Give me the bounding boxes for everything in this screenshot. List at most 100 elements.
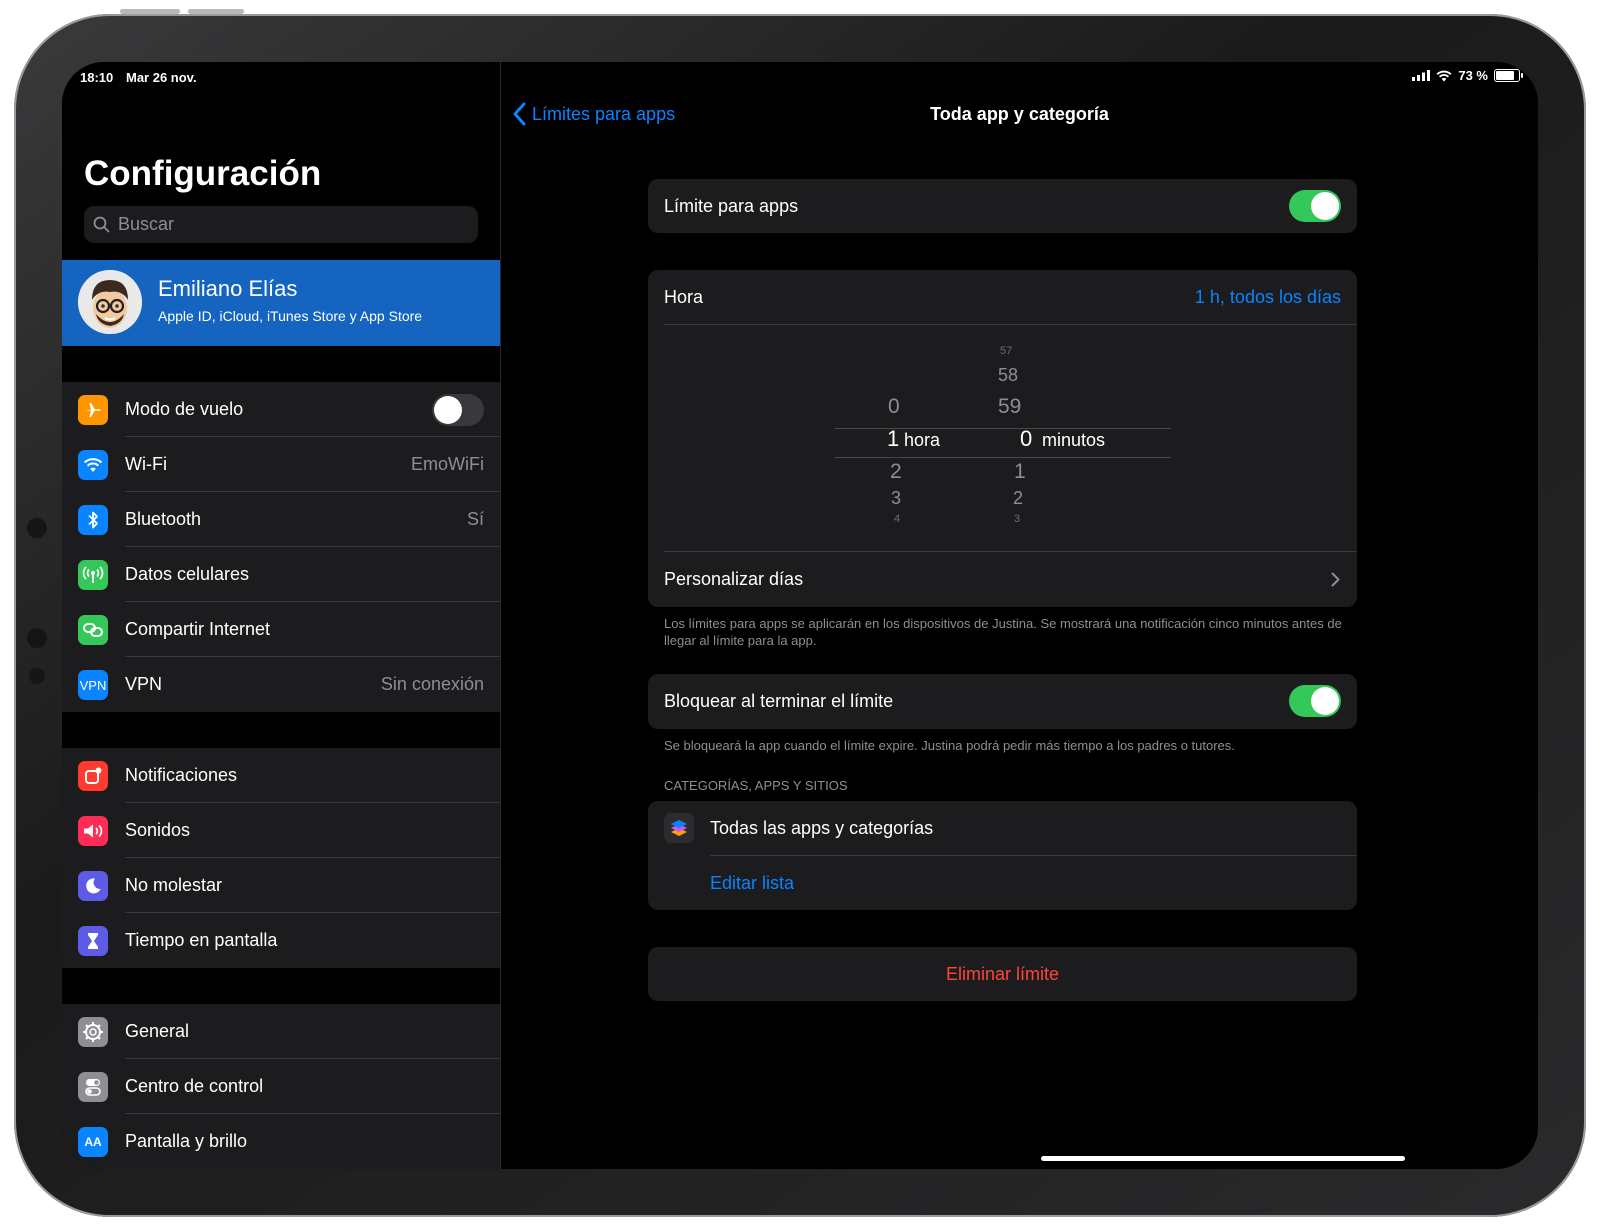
sidebar-item-cellular[interactable]: Datos celulares bbox=[62, 547, 500, 602]
sidebar-item-do-not-disturb[interactable]: No molestar bbox=[62, 858, 500, 913]
delete-limit-card: Eliminar límite bbox=[648, 947, 1357, 1001]
sidebar-item-label: General bbox=[125, 1021, 190, 1041]
sidebar-item-general[interactable]: General bbox=[62, 1004, 500, 1059]
sidebar-item-label: Modo de vuelo bbox=[125, 399, 244, 419]
connectivity-group: Modo de vuelo Wi-Fi EmoWiFi Bluetooth Sí… bbox=[62, 382, 500, 712]
search-bar[interactable] bbox=[84, 206, 478, 243]
side-dot bbox=[29, 668, 45, 684]
time-picker[interactable]: 0 1 hora 2 3 4 57 58 59 0 minutos 1 2 3 bbox=[648, 325, 1357, 551]
profile-row[interactable]: Emiliano Elías Apple ID, iCloud, iTunes … bbox=[62, 260, 500, 346]
block-label: Bloquear al terminar el límite bbox=[664, 691, 894, 711]
cellular-signal-icon bbox=[1412, 70, 1431, 81]
hour-option[interactable]: 2 bbox=[890, 460, 902, 484]
page-title: Toda app y categoría bbox=[930, 104, 1109, 124]
hour-option[interactable]: 3 bbox=[891, 488, 901, 509]
app-limit-label: Límite para apps bbox=[664, 196, 799, 216]
minute-option[interactable]: 58 bbox=[998, 365, 1018, 386]
sidebar-item-label: Sonidos bbox=[125, 820, 191, 840]
gear-icon bbox=[78, 1017, 108, 1047]
volume-button bbox=[120, 9, 180, 14]
hotspot-icon bbox=[78, 615, 108, 645]
battery-icon bbox=[1494, 69, 1523, 82]
sidebar-item-label: Centro de control bbox=[125, 1076, 264, 1096]
side-dot bbox=[27, 518, 47, 538]
hour-option[interactable]: 4 bbox=[894, 513, 900, 525]
all-apps-label: Todas las apps y categorías bbox=[710, 818, 934, 838]
vpn-icon: VPN bbox=[78, 670, 108, 700]
switches-icon bbox=[78, 1072, 108, 1102]
hourglass-icon bbox=[78, 926, 108, 956]
airplane-icon bbox=[78, 395, 108, 425]
sidebar-item-label: VPN bbox=[125, 674, 163, 694]
delete-limit-button[interactable]: Eliminar límite bbox=[648, 947, 1357, 1001]
general-group: General Centro de control AA Pantalla y … bbox=[62, 1004, 500, 1169]
home-indicator[interactable] bbox=[1041, 1156, 1405, 1161]
speaker-icon bbox=[78, 816, 108, 846]
all-apps-row[interactable]: Todas las apps y categorías bbox=[648, 801, 1357, 855]
volume-button bbox=[188, 9, 244, 14]
customize-days-label: Personalizar días bbox=[664, 569, 804, 589]
search-input[interactable] bbox=[116, 213, 460, 236]
sidebar-item-vpn[interactable]: VPN VPN Sin conexión bbox=[62, 657, 500, 712]
search-icon bbox=[93, 216, 110, 233]
section-header: CATEGORÍAS, APPS Y SITIOS bbox=[664, 778, 848, 793]
sidebar-item-label: Compartir Internet bbox=[125, 619, 271, 639]
chevron-right-icon bbox=[1331, 572, 1340, 587]
status-time: 18:10 bbox=[80, 70, 114, 85]
hour-unit: hora bbox=[904, 430, 941, 450]
sidebar-item-notifications[interactable]: Notificaciones bbox=[62, 748, 500, 803]
side-dot bbox=[27, 628, 47, 648]
sidebar-item-display[interactable]: AA Pantalla y brillo bbox=[62, 1114, 500, 1169]
block-footnote: Se bloqueará la app cuando el límite exp… bbox=[664, 738, 1235, 753]
sidebar-item-label: Pantalla y brillo bbox=[125, 1131, 248, 1151]
sidebar-item-wifi[interactable]: Wi-Fi EmoWiFi bbox=[62, 437, 500, 492]
sidebar-item-screen-time[interactable]: Tiempo en pantalla bbox=[62, 913, 500, 968]
settings-sidebar: Configuración Buscar Emiliano Elías Appl… bbox=[62, 62, 501, 1169]
sidebar-item-label: No molestar bbox=[125, 875, 223, 895]
sidebar-item-label: Wi-Fi bbox=[125, 454, 167, 474]
profile-subtitle: Apple ID, iCloud, iTunes Store y App Sto… bbox=[158, 308, 423, 324]
customize-days-row[interactable]: Personalizar días bbox=[648, 552, 1357, 607]
sidebar-item-value: Sin conexión bbox=[380, 674, 484, 694]
wifi-icon bbox=[78, 450, 108, 480]
minute-option[interactable]: 3 bbox=[1014, 513, 1020, 525]
minute-selected[interactable]: 0 bbox=[1020, 426, 1032, 452]
minute-option[interactable]: 59 bbox=[998, 395, 1021, 419]
sidebar-item-bluetooth[interactable]: Bluetooth Sí bbox=[62, 492, 500, 547]
sidebar-item-hotspot[interactable]: Compartir Internet bbox=[62, 602, 500, 657]
display-icon: AA bbox=[78, 1127, 108, 1157]
app-limit-card: Límite para apps bbox=[648, 179, 1357, 233]
time-label: Hora bbox=[664, 287, 704, 307]
profile-name: Emiliano Elías bbox=[158, 276, 298, 301]
bluetooth-icon bbox=[78, 505, 108, 535]
sidebar-item-label: Tiempo en pantalla bbox=[125, 930, 278, 950]
antenna-icon bbox=[78, 560, 108, 590]
status-bar: 18:10 Mar 26 nov. 73 % bbox=[62, 62, 1538, 92]
sidebar-item-control-center[interactable]: Centro de control bbox=[62, 1059, 500, 1114]
edit-list-button[interactable]: Editar lista bbox=[710, 873, 794, 894]
hour-selected[interactable]: 1 bbox=[887, 426, 899, 452]
block-card: Bloquear al terminar el límite bbox=[648, 674, 1357, 729]
sidebar-item-label: Datos celulares bbox=[125, 564, 250, 584]
sidebar-item-airplane[interactable]: Modo de vuelo bbox=[62, 382, 500, 437]
block-toggle[interactable] bbox=[1289, 685, 1341, 717]
time-value: 1 h, todos los días bbox=[1194, 287, 1341, 307]
sidebar-item-label: Notificaciones bbox=[125, 765, 238, 785]
sidebar-item-value: Sí bbox=[466, 509, 484, 529]
notifications-group: Notificaciones Sonidos No molestar Tiemp… bbox=[62, 748, 500, 968]
wifi-status-icon bbox=[1436, 70, 1452, 81]
minute-option[interactable]: 2 bbox=[1013, 488, 1023, 509]
detail-pane: Límites para apps Toda app y categoría L… bbox=[501, 62, 1538, 1169]
minute-option[interactable]: 1 bbox=[1014, 460, 1026, 484]
hour-option[interactable]: 0 bbox=[888, 395, 900, 419]
moon-icon bbox=[78, 871, 108, 901]
minute-option[interactable]: 57 bbox=[1000, 345, 1012, 357]
battery-percent: 73 % bbox=[1458, 68, 1488, 83]
app-limit-toggle[interactable] bbox=[1289, 190, 1341, 222]
avatar bbox=[78, 270, 142, 334]
delete-limit-label: Eliminar límite bbox=[945, 964, 1060, 984]
time-row[interactable]: Hora 1 h, todos los días bbox=[648, 270, 1357, 324]
airplane-toggle[interactable] bbox=[432, 394, 484, 426]
minute-unit: minutos bbox=[1042, 430, 1106, 450]
sidebar-item-sounds[interactable]: Sonidos bbox=[62, 803, 500, 858]
